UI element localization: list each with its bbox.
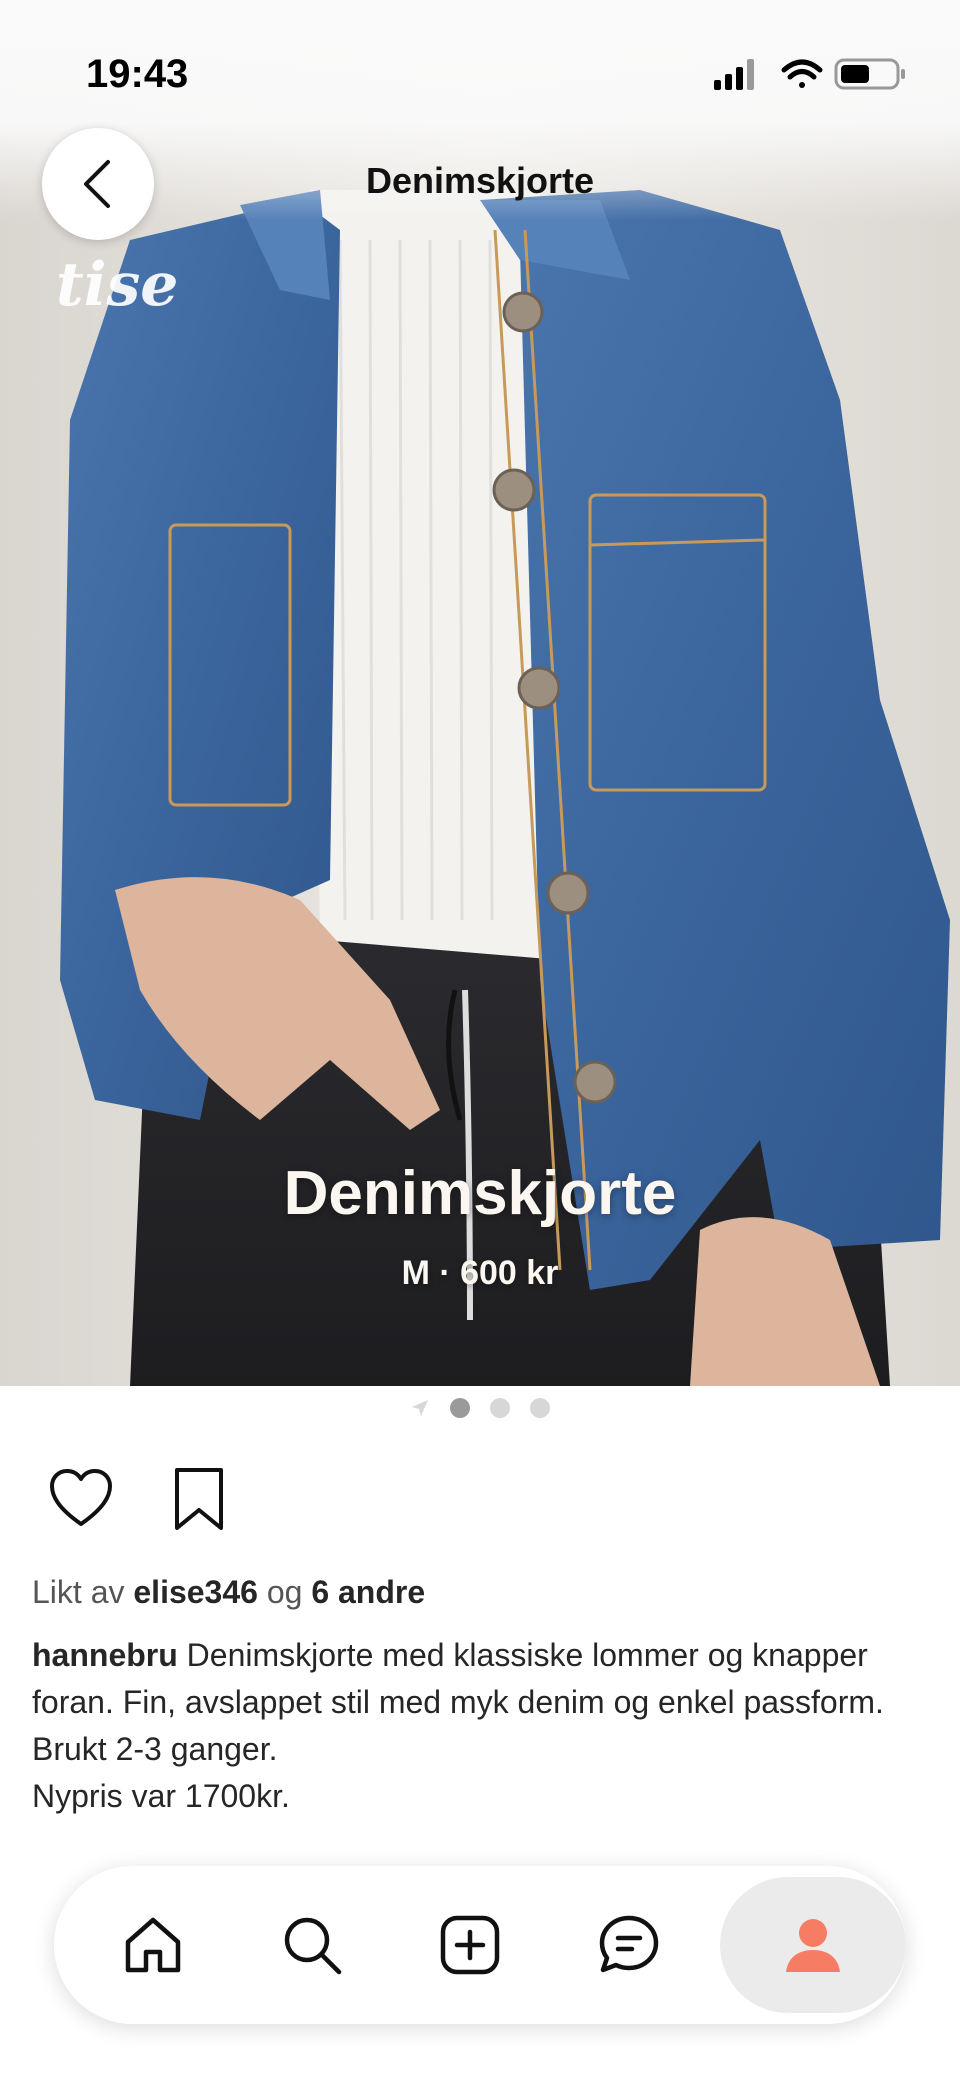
pager-dot-1[interactable]	[450, 1398, 470, 1418]
profile-icon	[785, 1919, 840, 1972]
likes-others[interactable]: 6 andre	[311, 1574, 425, 1610]
heart-icon	[50, 1469, 112, 1526]
tab-search[interactable]	[232, 1880, 390, 2010]
bookmark-icon	[175, 1468, 223, 1530]
pager-dot-3[interactable]	[530, 1398, 550, 1418]
like-button[interactable]	[48, 1466, 114, 1532]
caption-usage: Brukt 2-3 ganger.	[32, 1731, 278, 1767]
chat-icon	[599, 1915, 658, 1973]
hero-size-price: M · 600 kr	[401, 1254, 559, 1292]
tise-watermark: tise	[56, 250, 179, 320]
caption-original-price: Nypris var 1700kr.	[32, 1778, 290, 1814]
pager-dot-2[interactable]	[490, 1398, 510, 1418]
tab-messages[interactable]	[549, 1880, 707, 2010]
caption-username[interactable]: hannebru	[32, 1637, 178, 1673]
save-button[interactable]	[166, 1466, 232, 1532]
add-icon	[440, 1915, 500, 1975]
likes-joiner: og	[266, 1574, 303, 1610]
tab-add[interactable]	[391, 1880, 549, 2010]
tab-home[interactable]	[74, 1880, 232, 2010]
search-icon	[284, 1917, 341, 1975]
signal-icon	[714, 59, 754, 90]
status-time: 19:43	[86, 52, 189, 96]
home-icon	[125, 1917, 181, 1973]
liked-by-user[interactable]: elise346	[133, 1574, 258, 1610]
battery-icon	[834, 58, 905, 90]
wifi-icon	[781, 59, 823, 88]
tab-bar	[54, 1866, 906, 2024]
location-arrow-icon	[412, 1400, 428, 1416]
post-actions	[48, 1466, 232, 1532]
status-icons	[714, 58, 905, 90]
hero-product-title: Denimskjorte	[283, 1159, 677, 1228]
tab-profile[interactable]	[719, 1877, 906, 2013]
chevron-left-icon	[84, 160, 110, 208]
image-pager	[0, 1396, 960, 1420]
post-caption: hannebru Denimskjorte med klassiske lomm…	[32, 1632, 912, 1820]
back-button[interactable]	[42, 128, 154, 240]
likes-prefix: Likt av	[32, 1574, 125, 1610]
likes-line: Likt av elise346 og 6 andre	[32, 1574, 425, 1611]
